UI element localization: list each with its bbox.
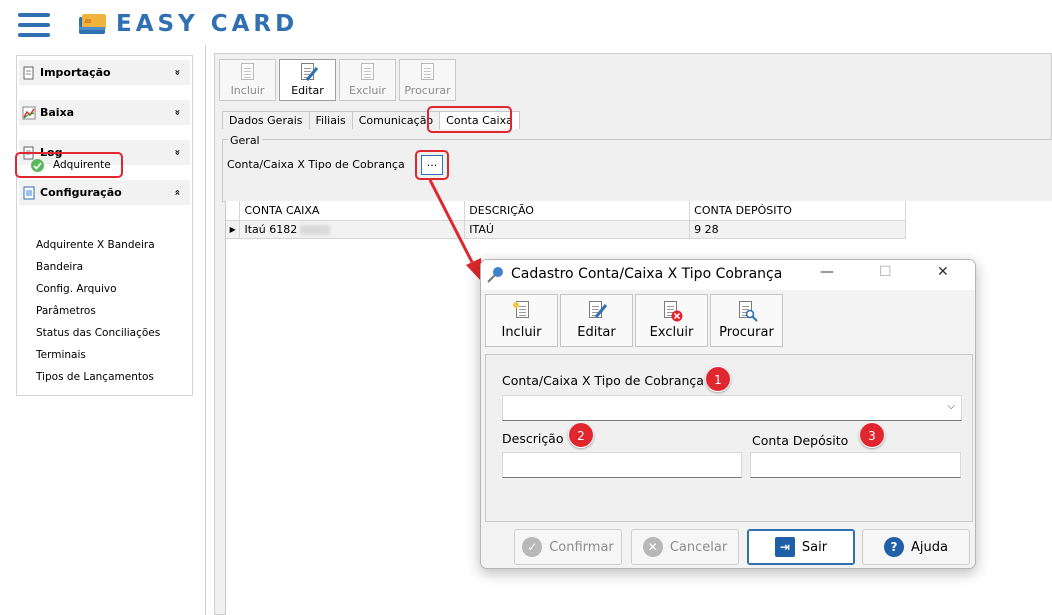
annotation-badge-3: 3 <box>859 422 885 448</box>
table-row[interactable]: ▶ Itaú 6182 ITAÚ 9 28 <box>226 220 906 239</box>
tab-filiais[interactable]: Filiais <box>308 111 353 129</box>
sair-button[interactable]: ⇥ Sair <box>747 529 855 565</box>
highlight-tab-conta-caixa <box>427 106 512 133</box>
exit-door-icon: ⇥ <box>774 537 795 557</box>
app-logo-text: EASY CARD <box>116 11 299 37</box>
dialog-editar-button[interactable]: Editar <box>560 294 633 347</box>
delete-document-icon <box>661 300 683 322</box>
chevron-down-icon[interactable]: ⌵ <box>947 401 955 412</box>
maximize-icon[interactable]: ☐ <box>879 264 892 280</box>
help-circle-icon: ? <box>884 537 905 557</box>
sidebar-item-terminais[interactable]: Terminais <box>36 349 86 361</box>
column-header-conta-deposito[interactable]: CONTA DEPÓSITO <box>689 201 906 221</box>
sidebar-item-parametros[interactable]: Parâmetros <box>36 305 96 317</box>
tipo-cobranca-field-label: Conta/Caixa X Tipo de Cobrança <box>502 373 704 388</box>
confirmar-button[interactable]: ✓ Confirmar <box>514 529 622 565</box>
search-document-icon <box>418 63 438 83</box>
procurar-button[interactable]: Procurar <box>399 59 456 101</box>
annotation-badge-1: 1 <box>705 366 731 392</box>
sidebar-group-baixa[interactable]: Baixa » <box>19 100 190 125</box>
settings-document-icon <box>23 186 35 199</box>
dialog-incluir-button[interactable]: Incluir <box>485 294 558 347</box>
dialog-excluir-button[interactable]: Excluir <box>635 294 708 347</box>
descricao-input[interactable] <box>502 452 742 478</box>
chevron-up-icon[interactable]: « <box>172 186 183 200</box>
hamburger-menu-icon[interactable] <box>18 13 50 37</box>
cancelar-button[interactable]: ✕ Cancelar <box>631 529 739 565</box>
annotation-badge-2: 2 <box>568 422 594 448</box>
cell-conta-deposito[interactable]: 9 28 <box>689 220 906 239</box>
panel-divider[interactable] <box>205 45 206 615</box>
geral-legend: Geral <box>228 134 262 147</box>
row-indicator-icon: ▶ <box>226 220 241 239</box>
incluir-button[interactable]: Incluir <box>219 59 276 101</box>
cell-conta-caixa[interactable]: Itaú 6182 <box>239 220 466 239</box>
sidebar-item-bandeira[interactable]: Bandeira <box>36 261 83 273</box>
editar-button[interactable]: Editar <box>279 59 336 101</box>
card-logo-icon <box>79 14 106 34</box>
sidebar-item-status-conciliacoes[interactable]: Status das Conciliações <box>36 327 160 339</box>
tab-dados-gerais[interactable]: Dados Gerais <box>222 111 310 129</box>
sidebar-item-config-arquivo[interactable]: Config. Arquivo <box>36 283 117 295</box>
pin-icon <box>487 267 503 283</box>
column-header-descricao[interactable]: DESCRIÇÃO <box>464 201 691 221</box>
tipo-cobranca-combobox[interactable]: ⌵ <box>502 395 962 421</box>
app-logo: EASY CARD <box>78 8 298 40</box>
chart-line-icon <box>22 106 36 119</box>
minimize-icon[interactable]: — <box>820 264 834 280</box>
sidebar-item-adquirente-x-bandeira[interactable]: Adquirente X Bandeira <box>36 239 155 251</box>
redacted-blur <box>300 224 331 235</box>
ajuda-button[interactable]: ? Ajuda <box>862 529 970 565</box>
cancel-circle-icon: ✕ <box>642 537 663 557</box>
conta-caixa-table: CONTA CAIXA DESCRIÇÃO CONTA DEPÓSITO ▶ I… <box>226 201 906 239</box>
chevron-down-icon[interactable]: » <box>172 66 183 80</box>
check-circle-icon: ✓ <box>522 537 543 557</box>
new-document-icon <box>511 300 533 322</box>
search-document-icon <box>736 300 758 322</box>
document-icon <box>23 66 34 79</box>
close-icon[interactable]: ✕ <box>937 264 949 280</box>
chevron-down-icon[interactable]: » <box>172 106 183 120</box>
delete-document-icon <box>358 63 378 83</box>
excluir-button[interactable]: Excluir <box>339 59 396 101</box>
check-circle-icon <box>31 159 44 172</box>
sidebar-item-adquirente[interactable]: Adquirente <box>15 152 123 178</box>
conta-deposito-field-label: Conta Depósito <box>752 433 849 448</box>
tipo-cobranca-label: Conta/Caixa X Tipo de Cobrança <box>227 158 405 171</box>
conta-deposito-input[interactable] <box>750 452 961 478</box>
dialog-procurar-button[interactable]: Procurar <box>710 294 783 347</box>
edit-document-icon <box>586 300 608 322</box>
descricao-field-label: Descrição <box>502 431 564 446</box>
sidebar: Importação » Baixa » Log » Configuração … <box>16 55 193 396</box>
dialog-toolbar: Incluir Editar Excluir Procurar <box>481 292 975 350</box>
sidebar-item-tipos-lancamentos[interactable]: Tipos de Lançamentos <box>36 371 154 383</box>
dialog-title: Cadastro Conta/Caixa X Tipo Cobrança <box>511 266 783 282</box>
edit-document-icon <box>298 63 318 83</box>
sidebar-group-configuracao[interactable]: Configuração « <box>19 180 190 205</box>
dialog-title-bar[interactable]: Cadastro Conta/Caixa X Tipo Cobrança — ☐… <box>481 260 975 290</box>
column-header-conta-caixa[interactable]: CONTA CAIXA <box>239 201 466 221</box>
open-tipo-cobranca-button[interactable]: ... <box>421 155 443 175</box>
sidebar-group-importacao[interactable]: Importação » <box>19 60 190 85</box>
chevron-down-icon[interactable]: » <box>172 146 183 160</box>
cell-descricao[interactable]: ITAÚ <box>464 220 691 239</box>
new-document-icon <box>238 63 258 83</box>
row-indicator-header <box>226 201 241 221</box>
